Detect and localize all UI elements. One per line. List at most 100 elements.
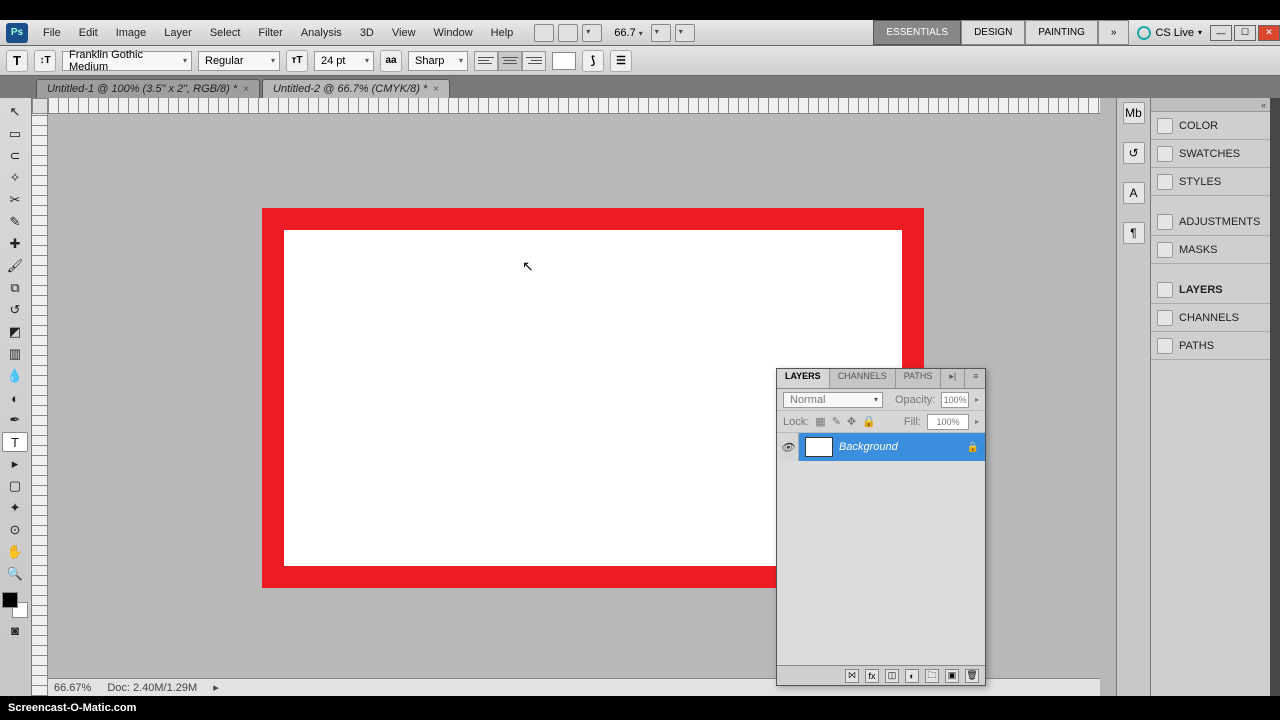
tool-preset-icon[interactable]: T xyxy=(6,50,28,72)
adjustment-layer-icon[interactable]: ◐ xyxy=(905,669,919,683)
warp-text-icon[interactable]: ⟆ xyxy=(582,50,604,72)
layer-style-icon[interactable]: fx xyxy=(865,669,879,683)
zoom-tool-icon[interactable]: 🔍 xyxy=(2,564,28,584)
eraser-tool-icon[interactable]: ◩ xyxy=(2,322,28,342)
layer-row[interactable]: 👁 Background 🔒 xyxy=(777,433,985,461)
wand-tool-icon[interactable]: ✧ xyxy=(2,168,28,188)
menu-filter[interactable]: Filter xyxy=(249,23,291,43)
history-panel-icon[interactable]: ↺ xyxy=(1123,142,1145,164)
align-right-button[interactable] xyxy=(522,51,546,71)
history-brush-icon[interactable]: ↺ xyxy=(2,300,28,320)
layer-group-icon[interactable]: 🗀 xyxy=(925,669,939,683)
opacity-scrub-icon[interactable]: ▸ xyxy=(975,395,979,404)
panel-tab-paths[interactable]: PATHS xyxy=(896,369,942,388)
panel-strip-collapse-icon[interactable]: « xyxy=(1151,98,1270,112)
panel-tab-channels[interactable]: CHANNELS xyxy=(830,369,896,388)
status-menu-icon[interactable]: ▸ xyxy=(213,681,219,694)
menu-help[interactable]: Help xyxy=(482,23,523,43)
healing-tool-icon[interactable]: ✚ xyxy=(2,234,28,254)
font-style-dropdown[interactable]: Regular xyxy=(198,51,280,71)
panel-collapse-icon[interactable]: ▸| xyxy=(941,369,965,388)
lock-position-icon[interactable]: ✥ xyxy=(847,415,856,428)
lock-transparency-icon[interactable]: ▦ xyxy=(815,415,825,428)
pen-tool-icon[interactable]: ✒ xyxy=(2,410,28,430)
menu-edit[interactable]: Edit xyxy=(70,23,107,43)
quickmask-icon[interactable]: ◙ xyxy=(2,620,28,640)
menu-select[interactable]: Select xyxy=(201,23,250,43)
screen-mode-icon[interactable] xyxy=(675,24,695,42)
fill-field[interactable]: 100% xyxy=(927,414,969,430)
workspace-design[interactable]: DESIGN xyxy=(961,20,1025,45)
gradient-tool-icon[interactable]: ▥ xyxy=(2,344,28,364)
launch-bridge-icon[interactable] xyxy=(534,24,554,42)
layer-list[interactable]: 👁 Background 🔒 xyxy=(777,433,985,665)
extras-dropdown-icon[interactable] xyxy=(582,24,602,42)
layer-thumbnail[interactable] xyxy=(805,437,833,457)
workspace-painting[interactable]: PAINTING xyxy=(1025,20,1097,45)
lock-pixels-icon[interactable]: ✎ xyxy=(832,415,841,428)
panel-tab-layers[interactable]: LAYERS xyxy=(777,369,830,388)
panel-button-color[interactable]: COLOR xyxy=(1151,112,1270,140)
lasso-tool-icon[interactable]: ⊂ xyxy=(2,146,28,166)
panel-button-adjustments[interactable]: ADJUSTMENTS xyxy=(1151,208,1270,236)
align-left-button[interactable] xyxy=(474,51,498,71)
3d-tool-icon[interactable]: ✦ xyxy=(2,498,28,518)
fill-scrub-icon[interactable]: ▸ xyxy=(975,417,979,426)
antialias-dropdown[interactable]: Sharp xyxy=(408,51,468,71)
menu-analysis[interactable]: Analysis xyxy=(292,23,351,43)
link-layers-icon[interactable]: ⨝ xyxy=(845,669,859,683)
opacity-field[interactable]: 100% xyxy=(941,392,969,408)
minibridge-icon[interactable]: Mb xyxy=(1123,102,1145,124)
window-maximize-button[interactable]: ☐ xyxy=(1234,25,1256,41)
horizontal-ruler[interactable] xyxy=(48,98,1100,114)
stamp-tool-icon[interactable]: ⧉ xyxy=(2,278,28,298)
hand-tool-icon[interactable]: ✋ xyxy=(2,542,28,562)
panel-button-channels[interactable]: CHANNELS xyxy=(1151,304,1270,332)
cs-live-button[interactable]: CS Live ▾ xyxy=(1137,26,1202,40)
status-zoom[interactable]: 66.67% xyxy=(54,682,91,694)
workspace-essentials[interactable]: ESSENTIALS xyxy=(873,20,961,45)
delete-layer-icon[interactable]: 🗑 xyxy=(965,669,979,683)
type-tool-icon[interactable]: T xyxy=(2,432,28,452)
paragraph-panel-icon[interactable]: ¶ xyxy=(1123,222,1145,244)
ruler-origin[interactable] xyxy=(32,98,48,114)
arrange-docs-icon[interactable] xyxy=(651,24,671,42)
menu-layer[interactable]: Layer xyxy=(155,23,201,43)
panel-button-masks[interactable]: MASKS xyxy=(1151,236,1270,264)
panel-button-paths[interactable]: PATHS xyxy=(1151,332,1270,360)
marquee-tool-icon[interactable]: ▭ xyxy=(2,124,28,144)
vertical-ruler[interactable] xyxy=(32,114,48,696)
workspace-more-icon[interactable]: » xyxy=(1098,20,1130,45)
menu-file[interactable]: File xyxy=(34,23,70,43)
status-doc-info[interactable]: Doc: 2.40M/1.29M xyxy=(107,682,197,694)
character-panel-icon[interactable]: ☰ xyxy=(610,50,632,72)
doc-tab-2[interactable]: Untitled-2 @ 66.7% (CMYK/8) * × xyxy=(262,79,450,98)
foreground-color-swatch[interactable] xyxy=(2,592,18,608)
layer-mask-icon[interactable]: ◫ xyxy=(885,669,899,683)
lock-all-icon[interactable]: 🔒 xyxy=(862,415,876,428)
window-close-button[interactable]: ✕ xyxy=(1258,25,1280,41)
layer-visibility-icon[interactable]: 👁 xyxy=(777,433,799,461)
close-tab-icon[interactable]: × xyxy=(243,84,249,95)
close-tab-icon[interactable]: × xyxy=(433,84,439,95)
3d-camera-icon[interactable]: ⊙ xyxy=(2,520,28,540)
panel-button-styles[interactable]: STYLES xyxy=(1151,168,1270,196)
layer-name-label[interactable]: Background xyxy=(839,441,898,453)
brush-tool-icon[interactable]: 🖌 xyxy=(2,256,28,276)
panel-menu-icon[interactable]: ≡ xyxy=(965,369,987,388)
shape-tool-icon[interactable]: ▢ xyxy=(2,476,28,496)
align-center-button[interactable] xyxy=(498,51,522,71)
launch-minibridge-icon[interactable] xyxy=(558,24,578,42)
font-size-dropdown[interactable]: 24 pt xyxy=(314,51,374,71)
move-tool-icon[interactable]: ↖ xyxy=(2,102,28,122)
dodge-tool-icon[interactable]: ◐ xyxy=(2,388,28,408)
menu-3d[interactable]: 3D xyxy=(351,23,383,43)
window-minimize-button[interactable]: — xyxy=(1210,25,1232,41)
eyedropper-tool-icon[interactable]: ✎ xyxy=(2,212,28,232)
panel-button-swatches[interactable]: SWATCHES xyxy=(1151,140,1270,168)
blend-mode-dropdown[interactable]: Normal xyxy=(783,392,883,408)
menu-view[interactable]: View xyxy=(383,23,425,43)
font-family-dropdown[interactable]: Franklin Gothic Medium xyxy=(62,51,192,71)
zoom-level-dropdown[interactable]: 66.7 xyxy=(606,27,650,39)
text-color-swatch[interactable] xyxy=(552,52,576,70)
